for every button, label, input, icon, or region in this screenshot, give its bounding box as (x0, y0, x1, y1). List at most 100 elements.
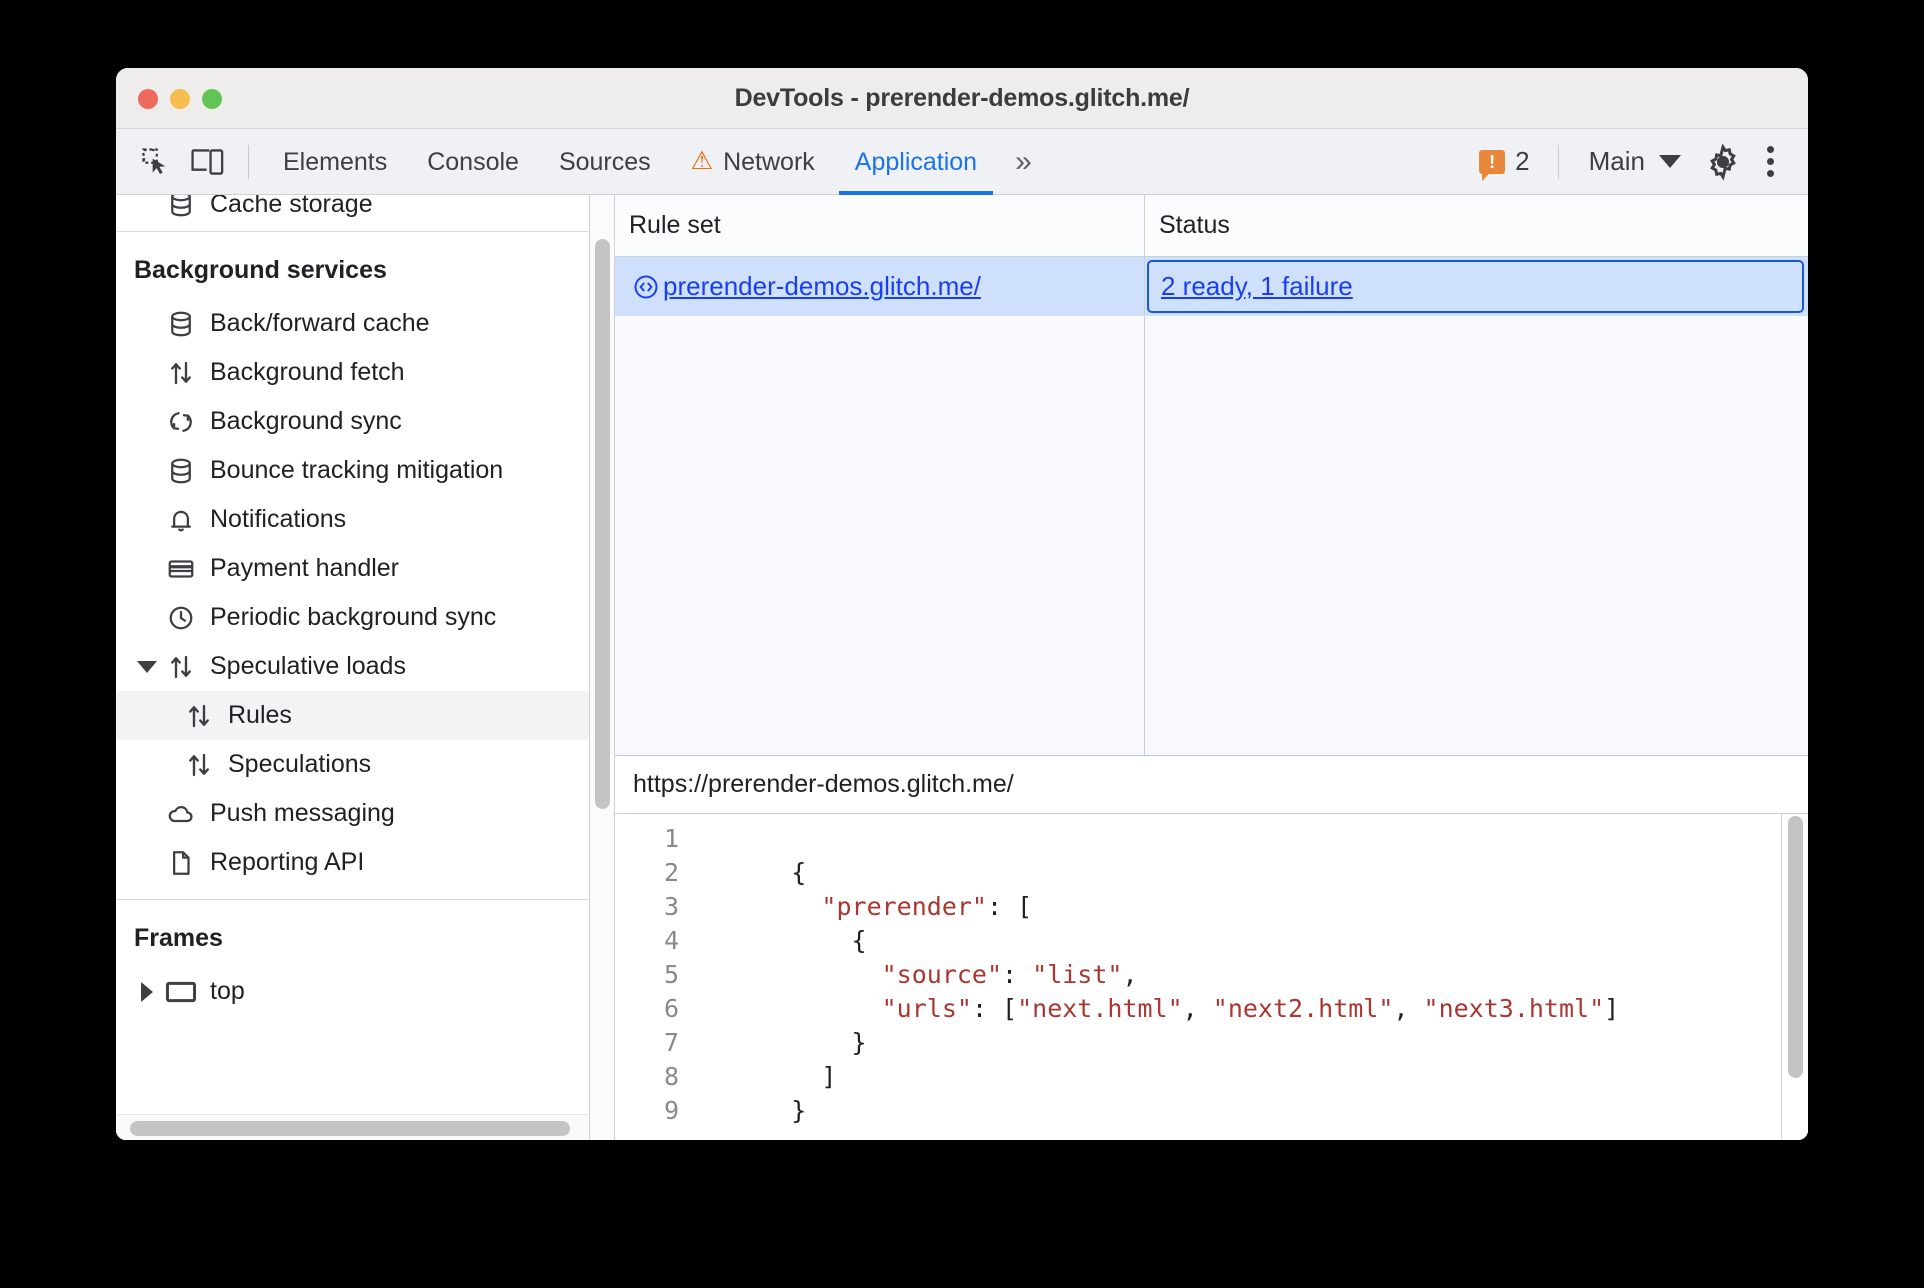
sidebar-item-label: Payment handler (210, 554, 400, 582)
context-selector-label: Main (1588, 146, 1645, 176)
sidebar-horizontal-scrollbar[interactable] (116, 1114, 589, 1140)
sidebar-item-reporting-api[interactable]: Reporting API (116, 838, 589, 887)
table-row[interactable]: prerender-demos.glitch.me/ 2 ready, 1 fa… (615, 257, 1808, 316)
issues-count: 2 (1515, 146, 1530, 176)
main-panel: Rule set Status prerender-demos.glitch.m… (615, 195, 1808, 1140)
sidebar-item-speculations[interactable]: Speculations (116, 740, 589, 789)
empty-status-column (1145, 316, 1808, 755)
line-content: } (701, 1096, 807, 1125)
context-selector[interactable]: Main (1573, 146, 1697, 177)
sidebar-section-frames-title: Frames (134, 924, 223, 952)
more-tabs-icon[interactable]: » (997, 145, 1045, 179)
sidebar-item-cache-storage[interactable]: Cache storage (116, 195, 589, 219)
rule-set-link[interactable]: prerender-demos.glitch.me/ (663, 271, 981, 302)
code-line: 7 } (615, 1026, 1808, 1060)
sidebar-item-label: Speculative loads (210, 652, 406, 680)
column-header-rule-set-label: Rule set (629, 211, 721, 239)
line-content: ] (701, 1062, 837, 1091)
tab-network[interactable]: ⚠ Network (671, 129, 835, 195)
expand-collapse-twisty[interactable] (134, 660, 160, 673)
json-value: "list" (1032, 960, 1123, 989)
tab-elements[interactable]: Elements (263, 129, 407, 195)
line-number: 7 (663, 1028, 679, 1057)
issue-badge-icon: ! (1479, 149, 1506, 181)
updown-arrows-icon (178, 750, 220, 780)
expand-twisty[interactable] (134, 981, 160, 1002)
sidebar-item-label: Notifications (210, 505, 347, 533)
code-brackets-icon (631, 272, 661, 302)
updown-arrows-icon (178, 701, 220, 731)
devtools-toolbar: Elements Console Sources ⚠ Network Appli… (116, 129, 1808, 195)
sidebar-item-payment-handler[interactable]: Payment handler (116, 544, 589, 593)
document-icon (160, 848, 202, 878)
sidebar-scrollbar-thumb[interactable] (130, 1121, 570, 1136)
sidebar-item-background-sync[interactable]: Background sync (116, 397, 589, 446)
sidebar-item-rules[interactable]: Rules (116, 691, 589, 740)
ruleset-grid: Rule set Status prerender-demos.glitch.m… (615, 195, 1808, 756)
window-title: DevTools - prerender-demos.glitch.me/ (734, 83, 1190, 112)
gear-icon[interactable] (1697, 136, 1749, 188)
line-number: 8 (663, 1062, 679, 1091)
code-vertical-scrollbar[interactable] (1788, 816, 1804, 1133)
screenshot-root: DevTools - prerender-demos.glitch.me/ El… (0, 0, 1924, 1288)
sidebar-item-periodic-background-sync[interactable]: Periodic background sync (116, 593, 589, 642)
status-focus-ring[interactable]: 2 ready, 1 failure (1147, 260, 1804, 313)
tab-console[interactable]: Console (407, 129, 539, 195)
code-line: 9 } (615, 1094, 1808, 1128)
code-scrollbar-thumb[interactable] (1788, 816, 1803, 1078)
updown-arrows-icon (160, 358, 202, 388)
sidebar-item-label: Background fetch (210, 358, 405, 386)
ruleset-empty-area (615, 316, 1808, 755)
ruleset-preview-pane: https://prerender-demos.glitch.me/ 1 2 {… (615, 756, 1808, 1140)
preview-url: https://prerender-demos.glitch.me/ (615, 756, 1808, 814)
database-icon (160, 195, 202, 219)
frame-icon (160, 979, 202, 1005)
code-line: 2 { (615, 856, 1808, 890)
line-number: 6 (663, 994, 679, 1023)
tab-application-label: Application (854, 147, 978, 176)
tab-elements-label: Elements (283, 147, 388, 176)
application-sidebar: Cache storage Background services Back/f… (116, 195, 590, 1140)
sidebar-item-bounce-tracking-mitigation[interactable]: Bounce tracking mitigation (116, 446, 589, 495)
window-traffic-lights (138, 89, 222, 109)
close-window-button[interactable] (138, 89, 158, 109)
sidebar-item-rules-label: Rules (228, 701, 292, 729)
panel-scrollbar-thumb[interactable] (595, 239, 610, 809)
devtools-window: DevTools - prerender-demos.glitch.me/ El… (116, 68, 1808, 1140)
json-value: "next3.html" (1423, 994, 1605, 1023)
sidebar-item-notifications[interactable]: Notifications (116, 495, 589, 544)
speculation-rules-json-viewer[interactable]: 1 2 { 3 "prerender": [4 {5 "source": "… (615, 814, 1808, 1140)
chevron-down-icon (1659, 155, 1681, 168)
more-options-icon[interactable] (1749, 146, 1792, 177)
sidebar-item-push-messaging[interactable]: Push messaging (116, 789, 589, 838)
sidebar-item-background-fetch[interactable]: Background fetch (116, 348, 589, 397)
sidebar-item-top-frame[interactable]: top (116, 967, 589, 1016)
minimize-window-button[interactable] (170, 89, 190, 109)
line-number: 5 (663, 960, 679, 989)
sidebar-item-label: Back/forward cache (210, 309, 430, 337)
ruleset-grid-header: Rule set Status (615, 195, 1808, 257)
code-pane-edge (1781, 814, 1782, 1140)
sidebar-item-back-forward-cache[interactable]: Back/forward cache (116, 299, 589, 348)
code-line: 1 (615, 822, 1808, 856)
issues-button[interactable]: ! 2 (1465, 146, 1543, 181)
column-header-rule-set[interactable]: Rule set (615, 195, 1145, 256)
chevron-right-icon (141, 981, 153, 1002)
tab-sources[interactable]: Sources (539, 129, 671, 195)
cloud-icon (160, 799, 202, 829)
code-line: 3 "prerender": [ (615, 890, 1808, 924)
panel-vertical-scrollbar[interactable] (590, 195, 615, 1140)
cell-rule-set[interactable]: prerender-demos.glitch.me/ (615, 257, 1145, 316)
code-line: 5 "source": "list", (615, 958, 1808, 992)
inspect-element-icon[interactable] (130, 136, 182, 188)
json-value: "next2.html" (1212, 994, 1394, 1023)
device-toolbar-icon[interactable] (182, 136, 234, 188)
maximize-window-button[interactable] (202, 89, 222, 109)
toolbar-right-group: ! 2 Main (1465, 136, 1808, 188)
column-header-status[interactable]: Status (1145, 195, 1808, 256)
empty-rule-column (615, 316, 1145, 755)
status-link[interactable]: 2 ready, 1 failure (1161, 271, 1353, 302)
cell-status[interactable]: 2 ready, 1 failure (1145, 257, 1808, 316)
sidebar-item-speculative-loads[interactable]: Speculative loads (116, 642, 589, 691)
tab-application[interactable]: Application (835, 129, 997, 195)
